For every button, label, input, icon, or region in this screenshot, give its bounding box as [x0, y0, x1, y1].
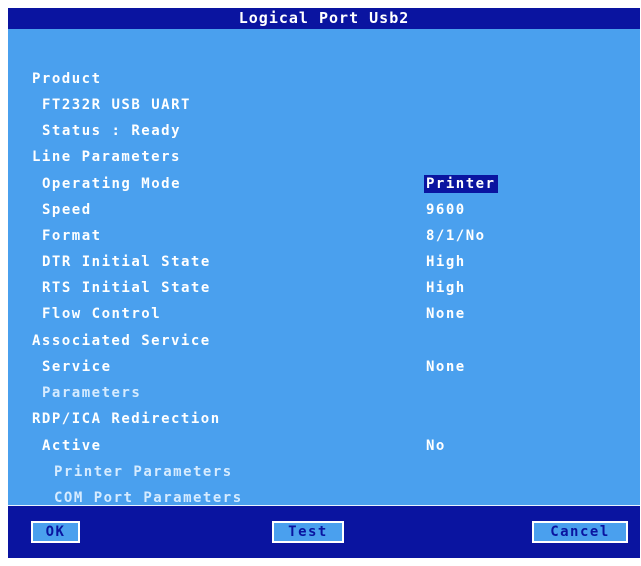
dtr-initial-state-label[interactable]: DTR Initial State: [42, 253, 211, 271]
associated-service-heading: Associated Service: [32, 333, 211, 349]
operating-mode-value[interactable]: Printer: [424, 175, 498, 193]
rdp-ica-redirection-heading: RDP/ICA Redirection: [32, 411, 221, 427]
service-parameters-item: Parameters: [42, 385, 142, 401]
cancel-button[interactable]: Cancel: [532, 521, 628, 543]
printer-parameters-item: Printer Parameters: [54, 464, 233, 480]
format-value[interactable]: 8/1/No: [426, 227, 486, 245]
service-value[interactable]: None: [426, 358, 466, 376]
line-parameters-heading: Line Parameters: [32, 149, 181, 165]
dtr-initial-state-value[interactable]: High: [426, 253, 466, 271]
button-bar: OK Test Cancel: [8, 506, 640, 558]
dialog-title: Logical Port Usb2: [8, 8, 640, 29]
speed-value[interactable]: 9600: [426, 201, 466, 219]
operating-mode-label[interactable]: Operating Mode: [42, 175, 181, 193]
dialog-content: Product FT232R USB UART Status : Ready L…: [8, 29, 640, 513]
format-label[interactable]: Format: [42, 227, 102, 245]
speed-label[interactable]: Speed: [42, 201, 92, 219]
active-value[interactable]: No: [426, 437, 446, 455]
rts-initial-state-label[interactable]: RTS Initial State: [42, 279, 211, 297]
flow-control-value[interactable]: None: [426, 305, 466, 323]
rts-initial-state-value[interactable]: High: [426, 279, 466, 297]
product-name: FT232R USB UART: [42, 97, 191, 113]
ok-button[interactable]: OK: [31, 521, 80, 543]
product-status: Status : Ready: [42, 123, 182, 139]
logical-port-dialog: Logical Port Usb2 Product FT232R USB UAR…: [8, 8, 640, 558]
flow-control-label[interactable]: Flow Control: [42, 305, 161, 323]
active-label[interactable]: Active: [42, 437, 102, 455]
product-heading: Product: [32, 71, 102, 87]
test-button[interactable]: Test: [272, 521, 344, 543]
service-label[interactable]: Service: [42, 358, 112, 376]
